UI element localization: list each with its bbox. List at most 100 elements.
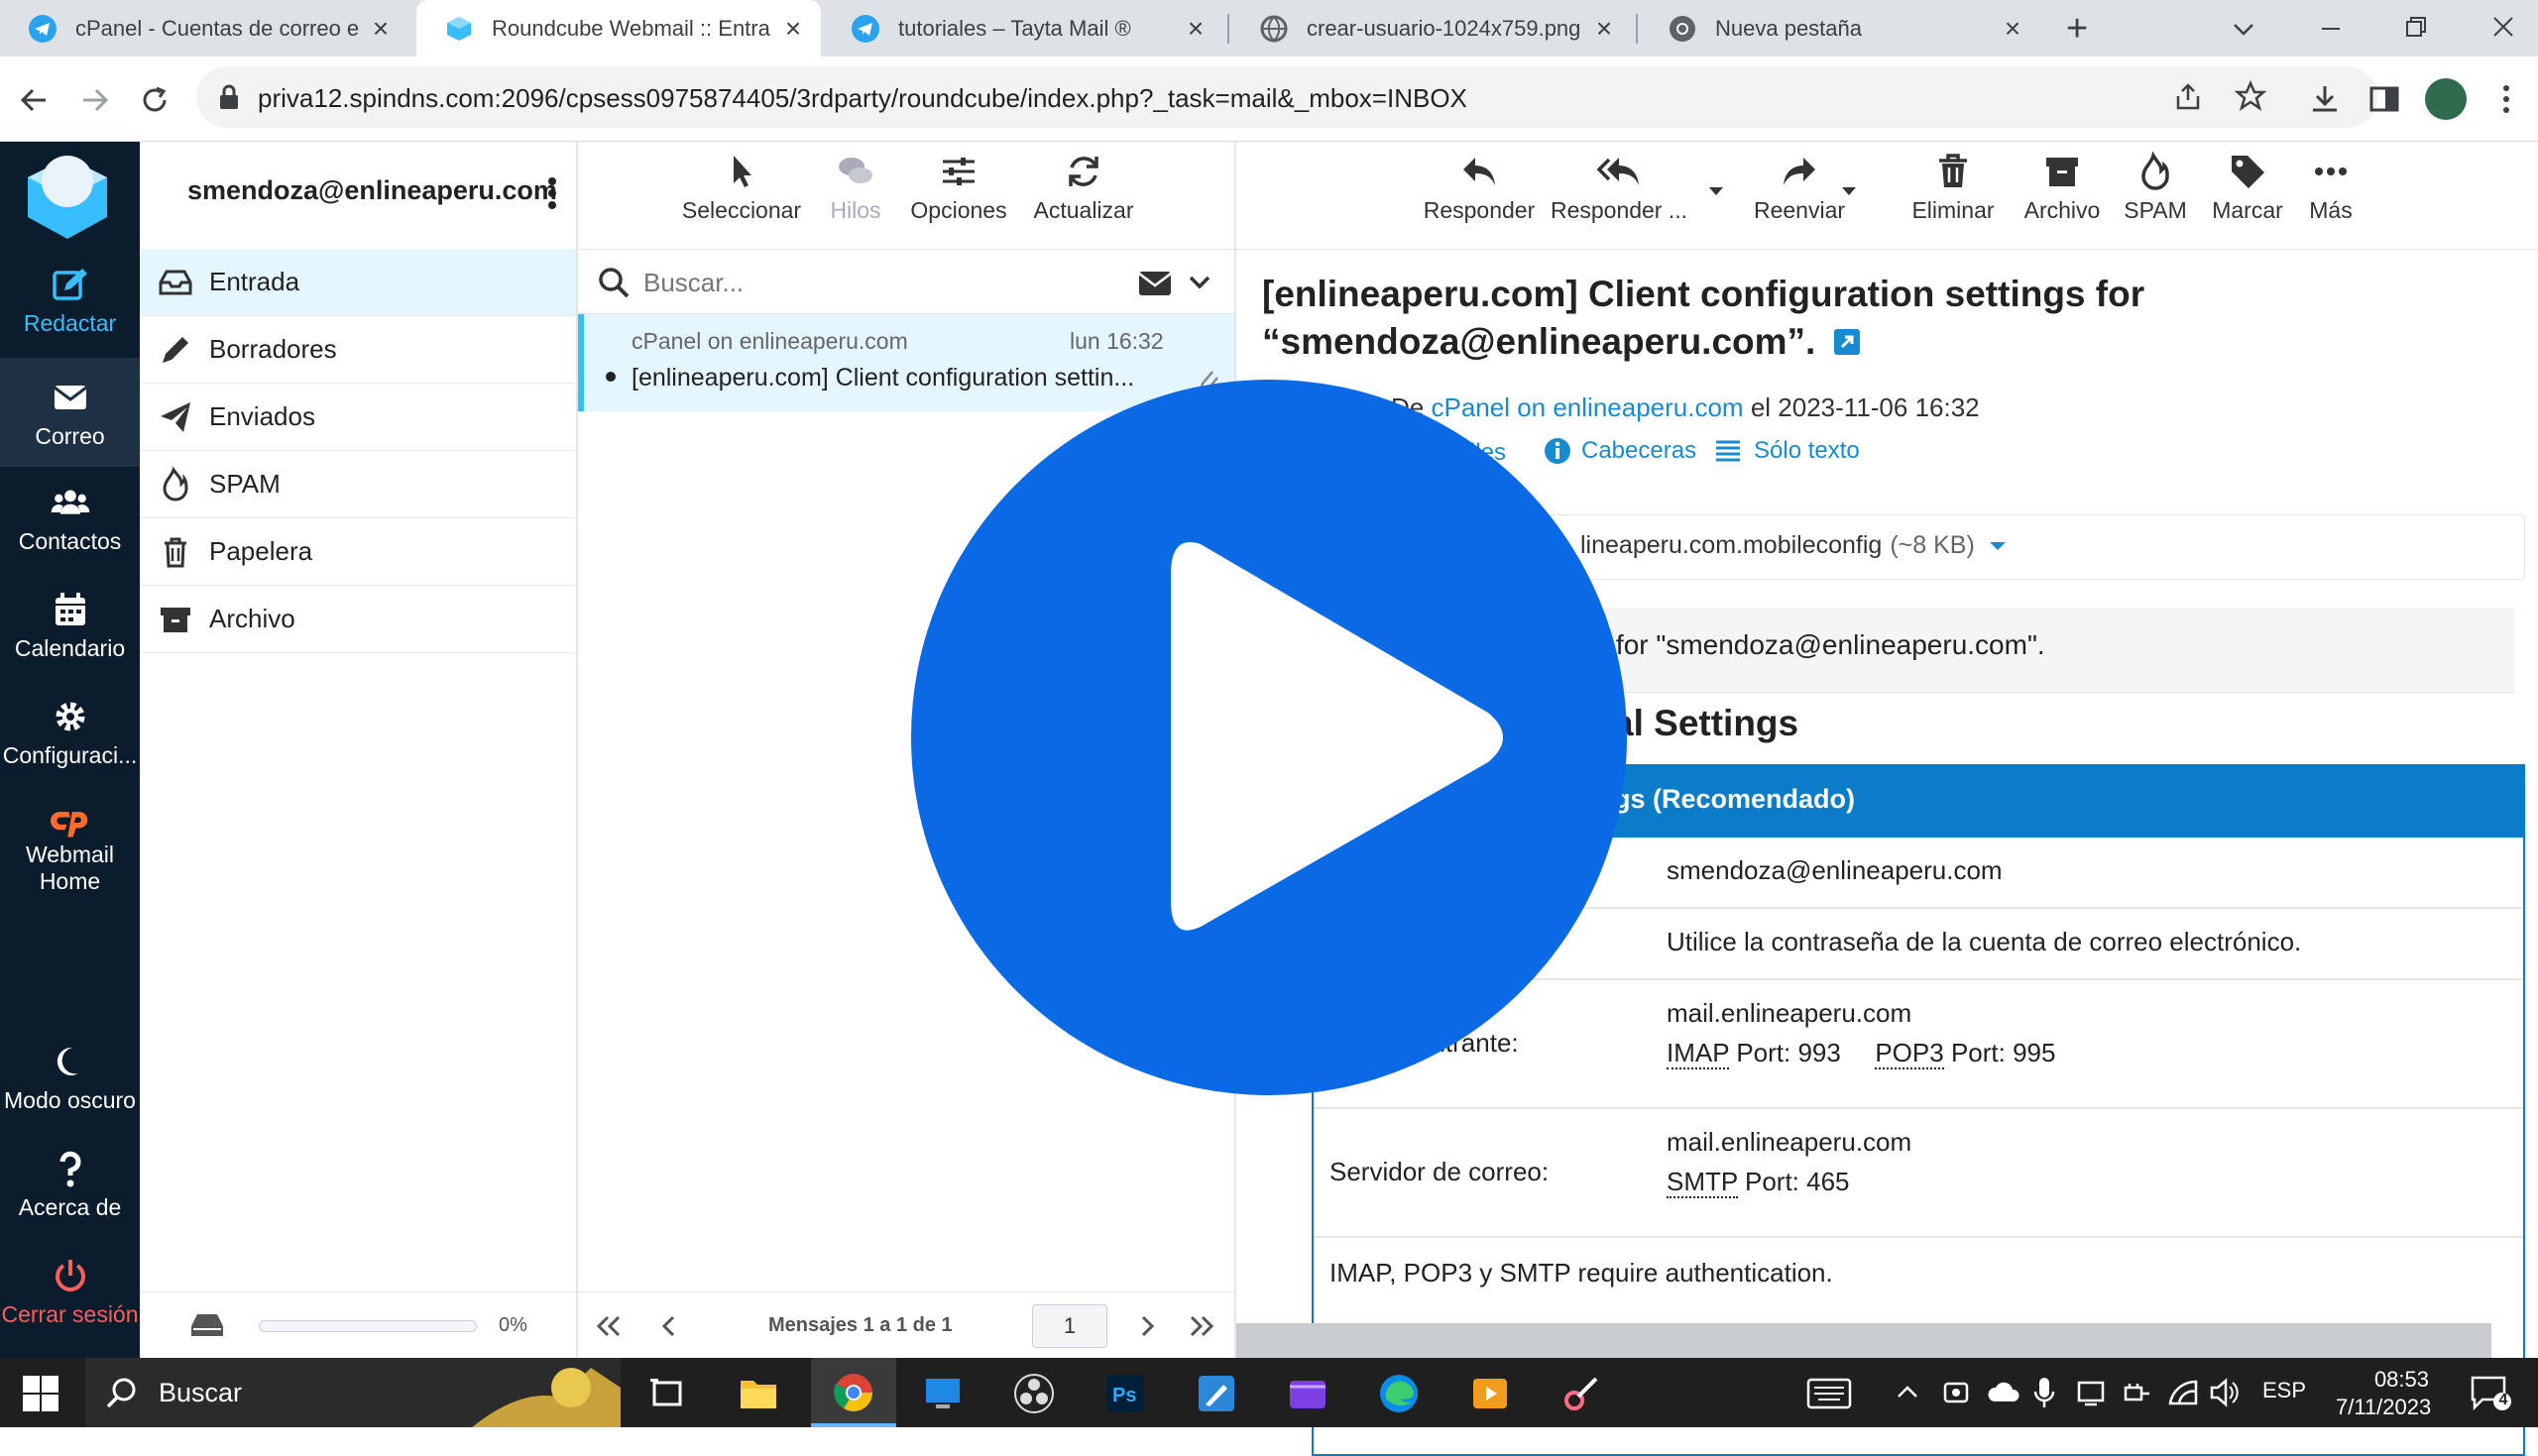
archive-button[interactable]: Archivo xyxy=(2008,152,2117,224)
select-button[interactable]: Seleccionar xyxy=(677,152,806,224)
nav-compose[interactable]: Redactar xyxy=(0,265,140,337)
tab-cpanel[interactable]: cPanel - Cuentas de correo e × xyxy=(0,0,408,56)
screen-share-icon[interactable] xyxy=(2076,1378,2106,1407)
tab-close-icon[interactable]: × xyxy=(1182,13,1210,45)
edge-icon[interactable] xyxy=(1378,1373,1420,1414)
tab-search-chevron-icon[interactable] xyxy=(2231,16,2256,42)
tab-close-icon[interactable]: × xyxy=(367,13,395,45)
more-button[interactable]: Más xyxy=(2291,152,2370,224)
taskbar-chrome[interactable] xyxy=(811,1358,896,1427)
tab-close-icon[interactable]: × xyxy=(779,13,807,45)
spam-button[interactable]: SPAM xyxy=(2111,152,2200,224)
chrome-icon xyxy=(834,1374,872,1411)
reply-all-dropdown-icon[interactable] xyxy=(1708,185,1724,197)
message-row[interactable]: cPanel on enlineaperu.com lun 16:32 [enl… xyxy=(578,314,1234,411)
bookmark-star-icon[interactable] xyxy=(2235,80,2266,112)
delete-button[interactable]: Eliminar xyxy=(1899,152,2008,224)
forward-icon[interactable] xyxy=(77,82,113,118)
chevron-down-icon[interactable] xyxy=(1189,274,1211,291)
threads-button[interactable]: Hilos xyxy=(816,152,895,224)
minimize-icon[interactable] xyxy=(2318,16,2344,42)
forward-dropdown-icon[interactable] xyxy=(1841,185,1857,197)
reply-all-button[interactable]: Responder ... xyxy=(1550,152,1688,224)
tab-close-icon[interactable]: × xyxy=(1999,13,2026,45)
options-button[interactable]: Opciones xyxy=(899,152,1018,224)
folder-drafts[interactable]: Borradores xyxy=(140,316,576,384)
page-input[interactable]: 1 xyxy=(1032,1304,1107,1348)
nav-logout[interactable]: Cerrar sesión xyxy=(0,1256,140,1328)
nav-about[interactable]: Acerca de xyxy=(0,1149,140,1221)
attachment-dropdown-icon[interactable] xyxy=(1989,540,2007,552)
snipping-tool-icon[interactable] xyxy=(1560,1373,1602,1414)
folder-trash[interactable]: Papelera xyxy=(140,518,576,586)
folder-inbox[interactable]: Entrada xyxy=(140,249,576,316)
mark-button[interactable]: Marcar xyxy=(2198,152,2297,224)
obs-icon[interactable] xyxy=(1013,1373,1055,1414)
profile-avatar[interactable] xyxy=(2425,78,2467,120)
clock[interactable]: 08:53 7/11/2023 xyxy=(2336,1366,2431,1421)
photoshop-icon[interactable]: Ps xyxy=(1104,1373,1146,1414)
side-panel-icon[interactable] xyxy=(2367,82,2401,116)
url-text[interactable]: priva12.spindns.com:2096/cpsess097587440… xyxy=(258,83,1467,114)
last-page-icon[interactable] xyxy=(1187,1314,1216,1338)
download-icon[interactable] xyxy=(2308,82,2342,116)
cloud-icon[interactable] xyxy=(1987,1380,2020,1405)
tab-close-icon[interactable]: × xyxy=(1590,13,1618,45)
envelope-filter-icon[interactable] xyxy=(1137,270,1173,297)
first-page-icon[interactable] xyxy=(594,1314,624,1338)
tab-roundcube[interactable]: Roundcube Webmail :: Entra × xyxy=(416,0,821,56)
file-explorer-icon[interactable] xyxy=(738,1373,779,1414)
nav-webmail-home[interactable]: Webmail Home xyxy=(0,806,140,895)
video-player-icon[interactable] xyxy=(1469,1373,1511,1414)
speaker-icon[interactable] xyxy=(2209,1378,2241,1407)
folder-spam[interactable]: SPAM xyxy=(140,451,576,518)
nav-calendar[interactable]: Calendario xyxy=(0,590,140,662)
close-window-icon[interactable] xyxy=(2490,14,2516,40)
clipchamp-icon[interactable] xyxy=(1287,1373,1328,1414)
plain-text-link[interactable]: Sólo texto xyxy=(1714,437,1860,465)
trash-icon xyxy=(1939,154,1967,187)
lock-icon[interactable] xyxy=(218,84,240,110)
video-play-button[interactable] xyxy=(911,380,1627,1095)
nav-mail[interactable]: Correo xyxy=(0,358,140,467)
attachment-link[interactable]: lineaperu.com.mobileconfig (~8 KB) xyxy=(1580,531,2007,560)
tab-image[interactable]: crear-usuario-1024x759.png × xyxy=(1231,0,1632,56)
camera-icon[interactable] xyxy=(1941,1378,1971,1407)
remote-desktop-icon[interactable] xyxy=(922,1373,964,1414)
sender-link[interactable]: cPanel on enlineaperu.com xyxy=(1431,392,1743,422)
microphone-icon[interactable] xyxy=(2032,1376,2056,1409)
horizontal-scrollbar[interactable] xyxy=(1236,1323,2491,1358)
restore-icon[interactable] xyxy=(2403,14,2429,40)
nav-dark-mode[interactable]: Modo oscuro xyxy=(0,1042,140,1114)
folder-sent[interactable]: Enviados xyxy=(140,384,576,451)
tab-new[interactable]: Nueva pestaña × xyxy=(1640,0,2040,56)
paint-icon[interactable] xyxy=(1196,1373,1237,1414)
browser-menu-icon[interactable] xyxy=(2498,82,2514,116)
search-input[interactable] xyxy=(643,262,1099,303)
taskbar-search[interactable]: Buscar xyxy=(85,1358,621,1427)
share-icon[interactable] xyxy=(2173,82,2203,112)
reload-icon[interactable] xyxy=(137,82,173,118)
keyboard-icon[interactable] xyxy=(1806,1378,1852,1409)
back-icon[interactable] xyxy=(16,82,52,118)
nav-contacts[interactable]: Contactos xyxy=(0,483,140,555)
wifi-icon[interactable] xyxy=(2167,1378,2199,1407)
folder-archive[interactable]: Archivo xyxy=(140,586,576,653)
reply-button[interactable]: Responder xyxy=(1415,152,1544,224)
headers-link[interactable]: Cabeceras xyxy=(1544,437,1696,465)
new-tab-button[interactable]: + xyxy=(2066,8,2088,51)
open-external-icon[interactable] xyxy=(1833,328,1861,356)
plug-icon[interactable] xyxy=(2122,1378,2151,1407)
tab-tutoriales[interactable]: tutoriales – Tayta Mail ® × xyxy=(823,0,1223,56)
account-menu-icon[interactable] xyxy=(546,175,558,211)
roundcube-logo-icon xyxy=(28,156,107,239)
chevron-up-icon[interactable] xyxy=(1896,1382,1919,1401)
refresh-button[interactable]: Actualizar xyxy=(1022,152,1145,224)
prev-page-icon[interactable] xyxy=(659,1314,677,1338)
task-view-icon[interactable] xyxy=(646,1373,688,1414)
windows-start-icon[interactable] xyxy=(20,1373,61,1414)
language-indicator[interactable]: ESP xyxy=(2262,1378,2306,1403)
next-page-icon[interactable] xyxy=(1139,1314,1157,1338)
nav-settings[interactable]: Configuraci... xyxy=(0,697,140,769)
address-bar[interactable]: priva12.spindns.com:2096/cpsess097587440… xyxy=(196,66,2377,128)
